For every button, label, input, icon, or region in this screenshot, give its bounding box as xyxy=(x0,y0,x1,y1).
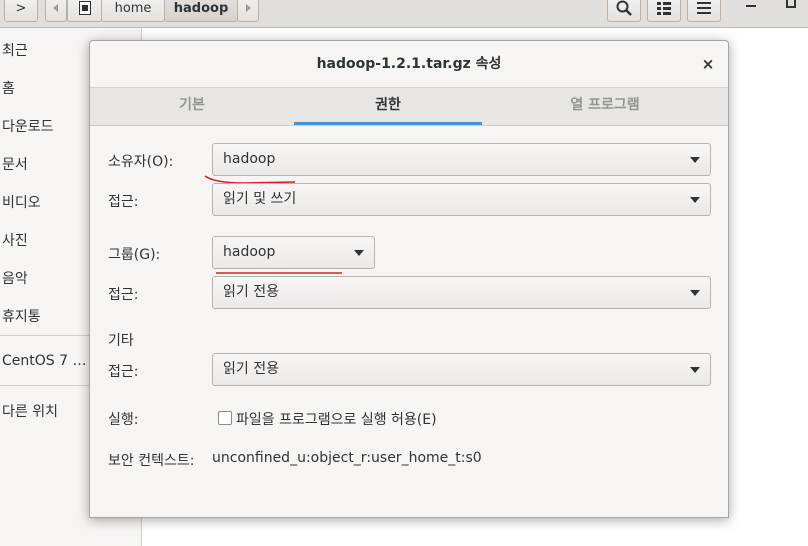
execute-label: 실행: xyxy=(108,412,139,428)
minimize-icon[interactable] xyxy=(746,5,756,7)
others-heading: 기타 xyxy=(108,333,134,349)
hamburger-menu-icon xyxy=(697,2,711,14)
sidebar-item-downloads[interactable]: 다운로드 xyxy=(2,116,54,136)
close-icon: × xyxy=(701,55,715,73)
sidebar-item-home[interactable]: 홈 xyxy=(2,78,15,98)
owner-label: 소유자(O): xyxy=(108,154,174,170)
sidebar-item-documents[interactable]: 문서 xyxy=(2,154,28,174)
tab-basic[interactable]: 기본 xyxy=(90,88,294,125)
path-right-arrow-button[interactable] xyxy=(237,0,259,22)
execute-checkbox[interactable] xyxy=(218,411,232,425)
breadcrumb-hadoop[interactable]: hadoop xyxy=(164,0,238,22)
owner-access-combo[interactable]: 읽기 및 쓰기 xyxy=(212,183,711,216)
group-value: hadoop xyxy=(223,244,276,260)
view-toggle-button[interactable] xyxy=(647,0,681,22)
tab-permissions[interactable]: 권한 xyxy=(294,88,482,125)
sidebar-item-centos[interactable]: CentOS 7 … xyxy=(2,353,86,369)
forward-button[interactable]: > xyxy=(4,0,38,22)
dropdown-arrow-icon xyxy=(690,290,700,296)
maximize-icon[interactable] xyxy=(786,0,796,8)
owner-access-value: 읽기 및 쓰기 xyxy=(223,191,297,207)
dropdown-arrow-icon xyxy=(690,157,700,163)
security-context-label: 보안 컨텍스트: xyxy=(108,453,195,469)
tab-open-with[interactable]: 열 프로그램 xyxy=(482,88,728,125)
close-button[interactable]: × xyxy=(698,54,718,74)
sidebar-item-pictures[interactable]: 사진 xyxy=(2,230,28,250)
file-manager-headerbar: > home hadoop xyxy=(0,0,808,28)
triangle-right-icon xyxy=(246,4,251,12)
breadcrumb-home[interactable]: home xyxy=(101,0,165,22)
path-left-arrow-button[interactable] xyxy=(45,0,67,22)
group-label: 그룹(G): xyxy=(108,247,161,263)
breadcrumb-home-label: home xyxy=(114,0,152,16)
tab-bar: 기본 권한 열 프로그램 xyxy=(90,88,728,126)
dialog-titlebar: hadoop-1.2.1.tar.gz 속성 × xyxy=(90,41,728,88)
security-context-value: unconfined_u:object_r:user_home_t:s0 xyxy=(212,450,482,466)
group-access-value: 읽기 전용 xyxy=(223,284,279,300)
list-view-icon xyxy=(657,2,671,15)
search-button[interactable] xyxy=(607,0,641,22)
owner-access-label: 접근: xyxy=(108,194,139,210)
breadcrumb-hadoop-label: hadoop xyxy=(173,0,229,16)
dropdown-arrow-icon xyxy=(354,250,364,256)
menu-button[interactable] xyxy=(687,0,721,22)
group-access-label: 접근: xyxy=(108,287,139,303)
sidebar-item-recent[interactable]: 최근 xyxy=(2,40,28,60)
folder-home-icon xyxy=(78,1,91,15)
dropdown-arrow-icon xyxy=(690,367,700,373)
owner-combo[interactable]: hadoop xyxy=(212,143,711,176)
sidebar-item-videos[interactable]: 비디오 xyxy=(2,192,41,212)
others-access-value: 읽기 전용 xyxy=(223,361,279,377)
sidebar-item-music[interactable]: 음악 xyxy=(2,268,28,288)
sidebar-item-other-locations[interactable]: 다른 위치 xyxy=(2,401,58,421)
owner-value: hadoop xyxy=(223,151,276,167)
home-crumb-icon-button[interactable] xyxy=(67,0,102,22)
execute-checkbox-label[interactable]: 파일을 프로그램으로 실행 허용(E) xyxy=(236,409,437,429)
dialog-title: hadoop-1.2.1.tar.gz 속성 xyxy=(316,56,502,72)
others-access-combo[interactable]: 읽기 전용 xyxy=(212,353,711,386)
search-icon xyxy=(616,0,632,16)
sidebar-item-trash[interactable]: 휴지통 xyxy=(2,306,41,326)
chevron-right-icon: > xyxy=(15,0,27,16)
group-combo[interactable]: hadoop xyxy=(212,236,375,269)
others-access-label: 접근: xyxy=(108,364,139,380)
triangle-left-icon xyxy=(53,4,58,12)
dropdown-arrow-icon xyxy=(690,197,700,203)
properties-dialog: hadoop-1.2.1.tar.gz 속성 × 기본 권한 열 프로그램 소유… xyxy=(89,40,729,518)
group-access-combo[interactable]: 읽기 전용 xyxy=(212,276,711,309)
